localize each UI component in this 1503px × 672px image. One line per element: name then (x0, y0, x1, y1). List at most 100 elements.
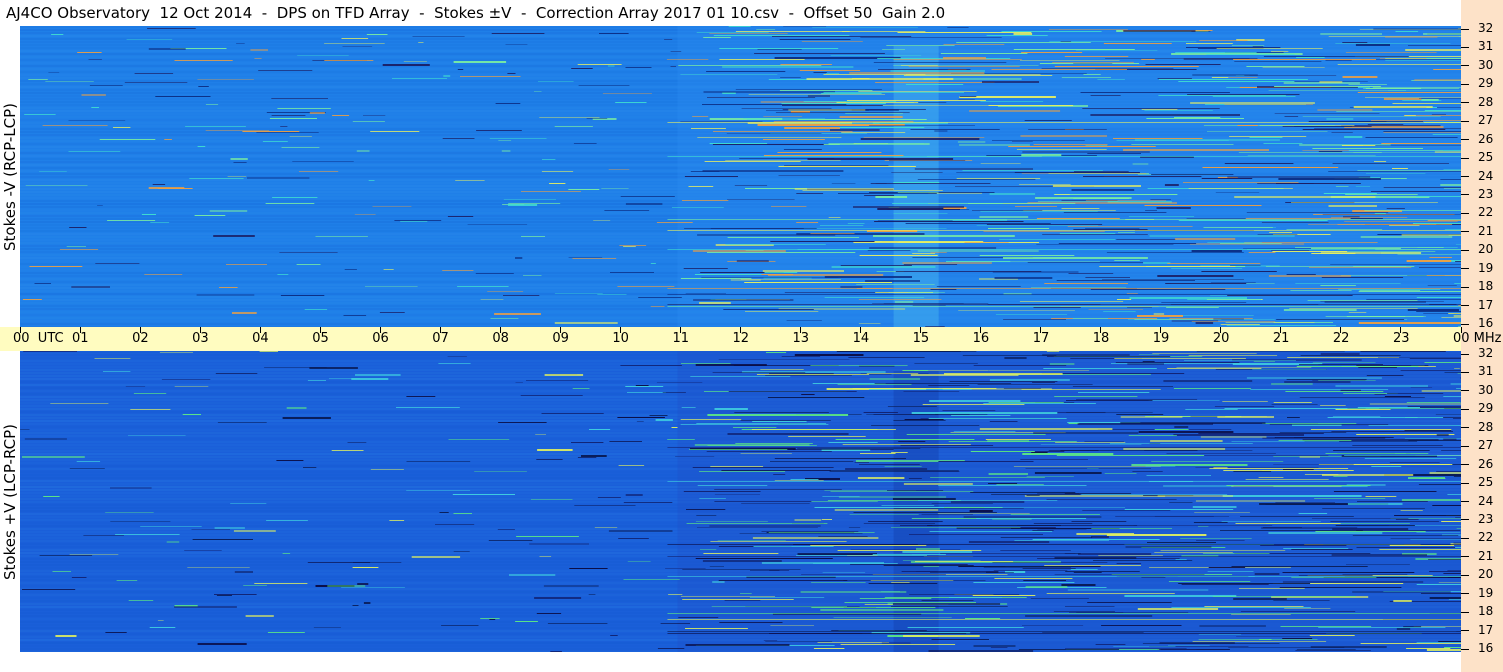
signal-streak (817, 642, 889, 643)
signal-streak (282, 553, 291, 554)
signal-streak (1169, 502, 1193, 503)
signal-streak (1355, 44, 1390, 46)
signal-streak (956, 42, 1091, 43)
signal-streak (770, 625, 814, 626)
signal-streak (914, 363, 978, 364)
signal-streak (973, 582, 1075, 583)
signal-streak (912, 305, 946, 306)
signal-streak (489, 138, 547, 139)
signal-streak (503, 199, 556, 200)
signal-streak (1418, 478, 1446, 479)
signal-streak (457, 69, 464, 70)
signal-streak (1022, 151, 1150, 153)
signal-streak (991, 494, 1081, 495)
signal-streak (197, 643, 247, 645)
signal-streak (1383, 187, 1461, 188)
signal-streak (1220, 324, 1260, 325)
signal-streak (1436, 471, 1461, 472)
signal-streak (893, 420, 946, 421)
signal-streak (902, 560, 981, 561)
signal-streak (309, 112, 325, 114)
signal-streak (877, 220, 953, 222)
signal-streak (1460, 377, 1461, 379)
signal-streak (672, 207, 724, 208)
signal-streak (1226, 325, 1337, 326)
signal-streak (476, 130, 522, 131)
signal-streak (1424, 110, 1461, 111)
signal-streak (439, 512, 449, 513)
signal-streak (794, 519, 822, 521)
time-tick-label: 01 (72, 331, 89, 346)
signal-streak (105, 632, 127, 633)
signal-streak (396, 407, 460, 408)
signal-streak (1342, 574, 1408, 575)
signal-streak (845, 468, 928, 470)
signal-streak (1199, 40, 1248, 41)
signal-streak (1278, 178, 1381, 180)
signal-streak (934, 130, 948, 132)
signal-streak (1296, 57, 1325, 58)
upper-freq-label: 27 (1478, 113, 1494, 128)
signal-streak (818, 536, 868, 537)
signal-streak (1457, 373, 1461, 374)
signal-streak (1190, 102, 1315, 104)
signal-streak (867, 250, 911, 251)
signal-streak (883, 565, 974, 566)
time-tick-label: 22 (1332, 331, 1350, 346)
signal-streak (928, 650, 1034, 652)
signal-streak (847, 223, 865, 224)
signal-streak (610, 272, 654, 273)
signal-streak (938, 461, 1034, 462)
signal-streak (1132, 471, 1163, 472)
signal-streak (83, 535, 124, 536)
signal-streak (994, 578, 1073, 579)
signal-streak (836, 102, 919, 103)
signal-streak (1150, 199, 1171, 200)
signal-streak (1174, 117, 1221, 118)
signal-streak (1211, 77, 1229, 78)
signal-streak (1388, 90, 1461, 91)
signal-streak (1013, 33, 1033, 35)
signal-streak (1200, 436, 1267, 438)
signal-streak (898, 441, 926, 442)
signal-streak (280, 295, 325, 296)
signal-streak (664, 39, 673, 40)
signal-streak (712, 144, 830, 145)
signal-streak (29, 266, 83, 267)
signal-streak (838, 351, 869, 352)
signal-streak (779, 39, 851, 40)
signal-streak (1021, 389, 1161, 390)
upper-freq-tick (1461, 176, 1469, 177)
signal-streak (1083, 176, 1202, 177)
signal-streak (1014, 540, 1109, 541)
signal-streak (860, 453, 896, 454)
signal-streak (1447, 570, 1461, 571)
signal-streak (917, 250, 1039, 252)
signal-streak (1141, 577, 1166, 578)
signal-streak (1195, 500, 1306, 502)
upper-freq-tick (1461, 120, 1469, 122)
signal-streak (1246, 377, 1382, 379)
signal-streak (1268, 532, 1383, 534)
signal-streak (1300, 355, 1401, 356)
signal-streak (1090, 95, 1121, 96)
signal-streak (1268, 90, 1406, 91)
time-tick-label: 21 (1272, 331, 1290, 346)
signal-streak (1144, 110, 1213, 111)
signal-streak (271, 98, 328, 99)
signal-streak (1240, 611, 1356, 612)
signal-streak (719, 59, 805, 60)
signal-streak (150, 222, 170, 223)
signal-streak (756, 374, 870, 375)
signal-streak (697, 137, 842, 138)
signal-streak (1419, 98, 1461, 99)
signal-streak (703, 553, 779, 554)
signal-streak (534, 597, 582, 599)
signal-streak (1408, 45, 1461, 46)
signal-streak (1335, 409, 1391, 410)
signal-streak (1416, 532, 1461, 533)
signal-streak (811, 582, 866, 583)
signal-streak (1126, 293, 1138, 294)
time-tick-label: 11 (672, 331, 689, 346)
signal-streak (1371, 120, 1461, 121)
